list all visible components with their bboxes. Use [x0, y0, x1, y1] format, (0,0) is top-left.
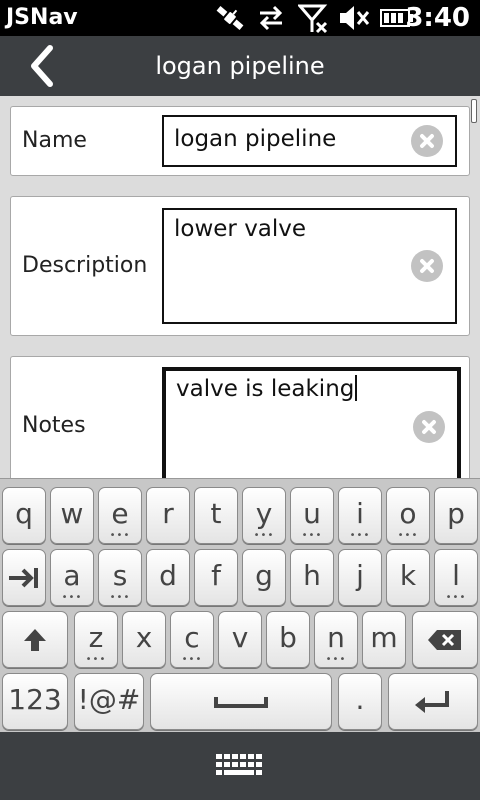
gps-satellite-icon	[216, 6, 244, 30]
keyboard-icon[interactable]	[214, 752, 266, 780]
space-key[interactable]	[150, 673, 332, 730]
accent-dots: •••	[301, 530, 323, 541]
backspace-icon	[428, 629, 461, 650]
key-s[interactable]: s •••	[98, 549, 142, 606]
enter-icon	[415, 690, 449, 713]
text-caret	[355, 375, 358, 401]
backspace-key[interactable]	[412, 611, 478, 668]
key-r[interactable]: r	[146, 487, 190, 544]
key-z[interactable]: z •••	[74, 611, 118, 668]
description-value: lower valve	[174, 216, 307, 242]
key-k[interactable]: k	[386, 549, 430, 606]
name-label: Name	[22, 128, 87, 153]
accent-dots: •••	[253, 530, 275, 541]
accent-dots: •••	[109, 592, 131, 603]
scrollbar[interactable]	[471, 99, 477, 123]
page-title: logan pipeline	[155, 52, 325, 80]
key-l[interactable]: l •••	[434, 549, 478, 606]
shift-arrow-icon	[24, 628, 46, 651]
shift-key[interactable]	[2, 611, 68, 668]
accent-dots: •••	[61, 592, 83, 603]
accent-dots: •••	[85, 654, 107, 665]
key-w[interactable]: w	[50, 487, 94, 544]
accent-dots: •••	[349, 530, 371, 541]
key-u[interactable]: u •••	[290, 487, 334, 544]
title-bar: logan pipeline	[0, 36, 480, 96]
key-t[interactable]: t	[194, 487, 238, 544]
accent-dots: •••	[325, 654, 347, 665]
chevron-left-icon	[31, 45, 53, 87]
speaker-muted-icon	[340, 6, 370, 30]
on-screen-keyboard: q w e ••• r t y ••• u ••• i ••• o ••• p a ••• …	[0, 478, 480, 733]
symbols-key[interactable]: !@#	[74, 673, 144, 730]
status-bar: JSNav 3:40	[0, 0, 480, 36]
accent-dots: •••	[109, 530, 131, 541]
notes-field[interactable]: valve is leaking	[162, 367, 461, 478]
description-label: Description	[22, 253, 148, 278]
period-key[interactable]: .	[338, 673, 382, 730]
key-o[interactable]: o •••	[386, 487, 430, 544]
key-g[interactable]: g	[242, 549, 286, 606]
key-f[interactable]: f	[194, 549, 238, 606]
enter-key[interactable]	[388, 673, 478, 730]
key-a[interactable]: a •••	[50, 549, 94, 606]
notes-card: Notes valve is leaking	[10, 356, 470, 478]
clear-notes-icon[interactable]	[413, 411, 445, 443]
space-bar-icon	[214, 696, 268, 708]
key-v[interactable]: v	[218, 611, 262, 668]
data-transfer-icon	[259, 5, 283, 31]
key-e[interactable]: e •••	[98, 487, 142, 544]
back-button[interactable]	[24, 42, 64, 90]
bottom-bar	[0, 732, 480, 800]
key-b[interactable]: b	[266, 611, 310, 668]
clear-description-icon[interactable]	[411, 250, 443, 282]
notes-value: valve is leaking	[176, 375, 358, 402]
key-y[interactable]: y •••	[242, 487, 286, 544]
accent-dots: •••	[397, 530, 419, 541]
form-area[interactable]: Name logan pipeline Description lower va…	[0, 96, 480, 478]
name-field[interactable]: logan pipeline	[162, 115, 457, 167]
key-i[interactable]: i •••	[338, 487, 382, 544]
name-card: Name logan pipeline	[10, 106, 470, 176]
accent-dots: •••	[181, 654, 203, 665]
key-c[interactable]: c •••	[170, 611, 214, 668]
notes-text: valve is leaking	[176, 376, 355, 402]
description-field[interactable]: lower valve	[162, 208, 457, 324]
accent-dots: •••	[445, 592, 467, 603]
notes-label: Notes	[22, 413, 86, 438]
key-n[interactable]: n •••	[314, 611, 358, 668]
key-x[interactable]: x	[122, 611, 166, 668]
clock: 3:40	[405, 3, 470, 33]
tab-key[interactable]	[2, 549, 46, 606]
app-name: JSNav	[6, 5, 78, 30]
key-p[interactable]: p	[434, 487, 478, 544]
key-j[interactable]: j	[338, 549, 382, 606]
key-d[interactable]: d	[146, 549, 190, 606]
tab-arrow-icon	[9, 567, 38, 588]
key-q[interactable]: q	[2, 487, 46, 544]
name-value: logan pipeline	[174, 126, 337, 152]
no-signal-icon	[298, 4, 328, 34]
numbers-key[interactable]: 123	[2, 673, 68, 730]
clear-name-icon[interactable]	[411, 125, 443, 157]
key-h[interactable]: h	[290, 549, 334, 606]
description-card: Description lower valve	[10, 196, 470, 336]
key-m[interactable]: m	[362, 611, 406, 668]
